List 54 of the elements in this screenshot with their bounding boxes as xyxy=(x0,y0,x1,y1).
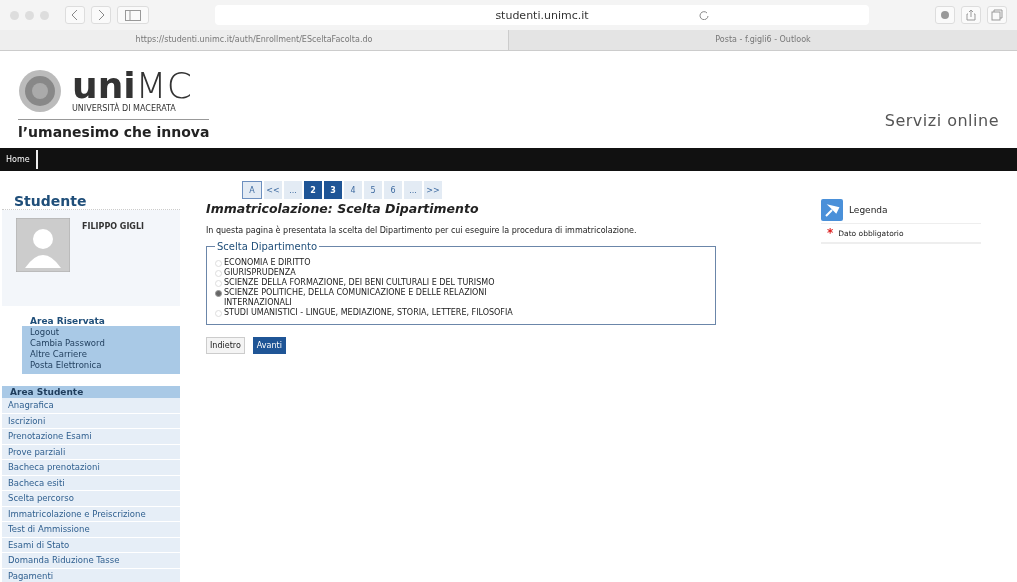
option-label: SCIENZE DELLA FORMAZIONE, DEI BENI CULTURALI E DEL TURISMO xyxy=(224,278,495,288)
tagline: l’umanesimo che innova xyxy=(18,119,210,140)
menu-item[interactable]: Anagrafica xyxy=(2,398,180,414)
option-label: STUDI UMANISTICI - LINGUE, MEDIAZIONE, STORIA, LETTERE, FILOSOFIA xyxy=(224,308,513,318)
option-label: SCIENZE POLITICHE, DELLA COMUNICAZIONE E DELLE RELAZIONI INTERNAZIONALI xyxy=(224,288,488,308)
download-icon[interactable] xyxy=(935,6,955,24)
menu-item[interactable]: Domanda Riduzione Tasse xyxy=(2,553,180,569)
seal-icon xyxy=(18,68,62,113)
menu-item[interactable]: Prenotazione Esami xyxy=(2,429,180,445)
option-label: ECONOMIA E DIRITTO xyxy=(224,258,311,268)
step-tab[interactable]: 6 xyxy=(384,181,402,199)
back-icon[interactable] xyxy=(65,6,85,24)
menu-link[interactable]: Cambia Password xyxy=(30,338,174,349)
avatar-silhouette xyxy=(16,218,70,272)
step-tab[interactable]: 5 xyxy=(364,181,382,199)
sidebar-icon[interactable] xyxy=(117,6,149,24)
back-button[interactable]: Indietro xyxy=(206,337,245,354)
legend-title: Legenda xyxy=(849,205,888,215)
step-tab[interactable]: 4 xyxy=(344,181,362,199)
page-title: Immatricolazione: Scelta Dipartimento xyxy=(206,201,480,216)
step-tab[interactable]: >> xyxy=(424,181,442,199)
step-tab[interactable]: ... xyxy=(404,181,422,199)
menu-item[interactable]: Scelta percorso xyxy=(2,491,180,507)
page-description: In questa pagina è presentata la scelta del Dipartimento per cui eseguire la procedura di immatricolazione. xyxy=(206,226,638,235)
university-logo: uni MC xyxy=(72,68,192,104)
step-tab[interactable]: 2 xyxy=(304,181,322,199)
address-bar[interactable]: studenti.unimc.it xyxy=(215,5,869,25)
option-label: GIURISPRUDENZA xyxy=(224,268,296,278)
radio-button[interactable] xyxy=(215,290,222,297)
step-tab[interactable]: << xyxy=(264,181,282,199)
share-icon[interactable] xyxy=(961,6,981,24)
browser-tab[interactable]: https://studenti.unimc.it/auth/Enrollment/ESceltaFacolta.do xyxy=(0,30,509,50)
next-button[interactable]: Avanti xyxy=(252,337,286,354)
browser-tab[interactable]: Posta - f.gigli6 - Outlook xyxy=(509,30,1017,50)
nav-link[interactable]: Home xyxy=(0,150,38,169)
tabs-icon[interactable] xyxy=(987,6,1007,24)
step-tab[interactable]: ... xyxy=(284,181,302,199)
section-title[interactable]: Area Riservata xyxy=(22,316,180,326)
pin-icon xyxy=(821,199,843,221)
required-mark: * xyxy=(827,228,834,238)
services-title: Servizi online xyxy=(884,111,999,130)
forward-icon[interactable] xyxy=(91,6,111,24)
menu-link[interactable]: Posta Elettronica xyxy=(30,360,174,371)
section-header[interactable]: Area Studente xyxy=(2,386,180,398)
menu-link[interactable]: Altre Carriere xyxy=(30,349,174,360)
fieldset-legend: Scelta Dipartimento xyxy=(215,241,320,252)
reload-icon[interactable] xyxy=(699,10,709,20)
step-tab[interactable]: 3 xyxy=(324,181,342,199)
university-name: UNIVERSITÀ DI MACERATA xyxy=(72,104,177,113)
menu-item[interactable]: Bacheca prenotazioni xyxy=(2,460,180,476)
step-tab[interactable]: A xyxy=(242,181,262,199)
menu-link[interactable]: Logout xyxy=(30,327,174,338)
menu-item[interactable]: Test di Ammissione xyxy=(2,522,180,538)
user-name: FILIPPO GIGLI xyxy=(82,222,144,233)
